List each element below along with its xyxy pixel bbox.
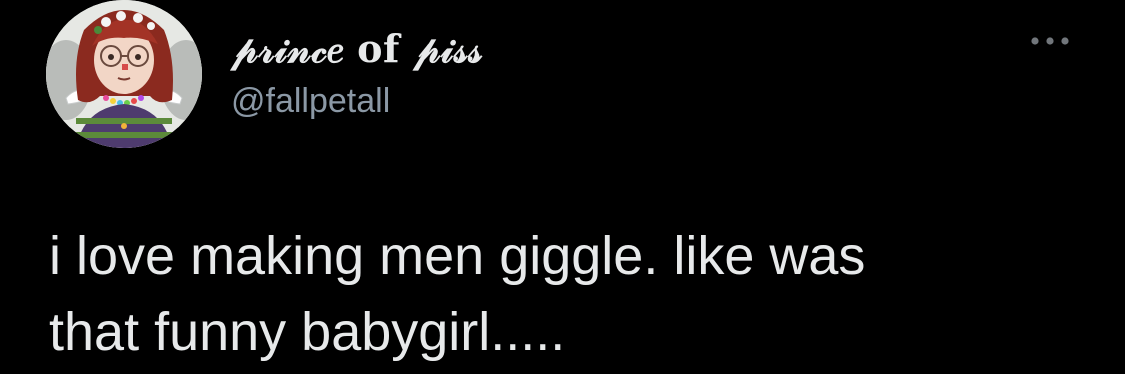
more-options-button[interactable] [1024,26,1076,56]
avatar[interactable] [46,0,202,148]
more-horizontal-icon [1030,36,1070,46]
tweet-text-line: i love making men giggle. like was [49,226,866,286]
author-handle[interactable]: @fallpetall [231,82,390,121]
author-display-name[interactable]: 𝓅𝓇𝒾𝓃𝒸𝑒 of 𝓅𝒾𝓈𝓈 [231,26,483,72]
tweet-text-line: that funny babygirl..... [49,302,566,362]
tweet-text: i love making men giggle. like was that … [49,218,1099,370]
